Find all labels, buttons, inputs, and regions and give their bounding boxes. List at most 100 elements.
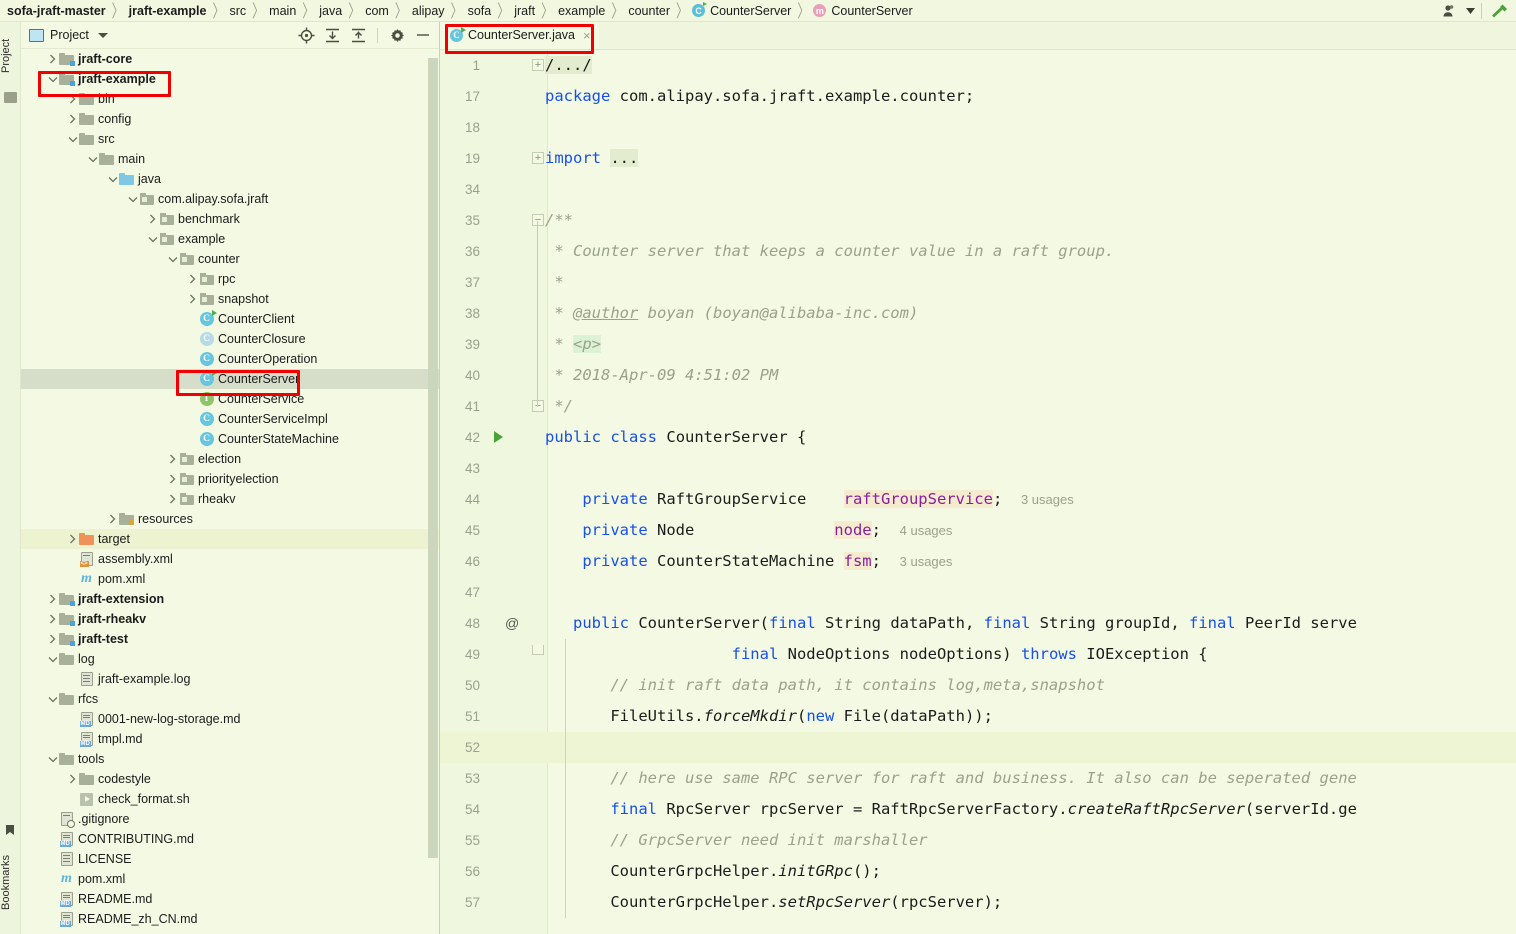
chevron-down-icon[interactable] — [1463, 1, 1477, 21]
code-line-37[interactable]: 37 * — [440, 267, 1516, 298]
tree-node-jraft-core[interactable]: jraft-core — [21, 49, 439, 69]
fold-expand-icon[interactable]: + — [532, 152, 544, 164]
chevron-down-icon[interactable] — [107, 169, 118, 189]
breadcrumb-item-src[interactable]: src — [228, 4, 247, 18]
settings-gear-icon[interactable] — [385, 24, 409, 46]
code-content[interactable]: 1 +/.../17 package com.alipay.sofa.jraft.e… — [440, 50, 1516, 934]
chevron-down-icon[interactable] — [167, 249, 178, 269]
tree-node-com.alipay.sofa.jraft[interactable]: com.alipay.sofa.jraft — [21, 189, 439, 209]
chevron-right-icon[interactable] — [67, 109, 78, 129]
chevron-right-icon[interactable] — [67, 769, 78, 789]
code-line-19[interactable]: 19 + import ... — [440, 143, 1516, 174]
line-number[interactable]: 40 — [440, 360, 480, 391]
code-line-46[interactable]: 46 private CounterStateMachine fsm; 3 us… — [440, 546, 1516, 577]
breadcrumb-item-java[interactable]: java — [318, 4, 343, 18]
code-line-39[interactable]: 39 * <p> — [440, 329, 1516, 360]
line-number[interactable]: 35 — [440, 205, 480, 236]
chevron-right-icon[interactable] — [107, 509, 118, 529]
chevron-down-icon[interactable] — [47, 749, 58, 769]
tree-node-counterserviceimpl[interactable]: C CounterServiceImpl — [21, 409, 439, 429]
breadcrumb-item-example[interactable]: example — [557, 4, 606, 18]
chevron-down-icon[interactable] — [47, 689, 58, 709]
line-number[interactable]: 53 — [440, 763, 480, 794]
line-number[interactable]: 52 — [440, 732, 480, 763]
line-number[interactable]: 55 — [440, 825, 480, 856]
line-number[interactable]: 37 — [440, 267, 480, 298]
tree-node-contributing.md[interactable]: MD CONTRIBUTING.md — [21, 829, 439, 849]
editor-tab-counterserver-java[interactable]: C CounterServer.java × — [440, 22, 599, 49]
tree-node-jraft-extension[interactable]: jraft-extension — [21, 589, 439, 609]
tree-node-rfcs[interactable]: rfcs — [21, 689, 439, 709]
editor-tab-bar[interactable]: C CounterServer.java × — [440, 22, 1516, 50]
code-line-34[interactable]: 34 — [440, 174, 1516, 205]
code-line-44[interactable]: 44 private RaftGroupService raftGroupSer… — [440, 484, 1516, 515]
fold-collapse-icon[interactable]: − — [532, 400, 544, 412]
tree-node-counterclosure[interactable]: C CounterClosure — [21, 329, 439, 349]
tree-node-readme.md[interactable]: MD README.md — [21, 889, 439, 909]
line-number[interactable]: 38 — [440, 298, 480, 329]
code-line-38[interactable]: 38 * @author boyan (boyan@alibaba-inc.co… — [440, 298, 1516, 329]
tree-node-.gitignore[interactable]: .gitignore — [21, 809, 439, 829]
user-account-icon[interactable] — [1437, 1, 1463, 21]
run-class-icon[interactable] — [494, 431, 503, 443]
tree-node-check-format.sh[interactable]: check_format.sh — [21, 789, 439, 809]
line-number[interactable]: 51 — [440, 701, 480, 732]
chevron-right-icon[interactable] — [47, 609, 58, 629]
line-number[interactable]: 34 — [440, 174, 480, 205]
breadcrumb[interactable]: sofa-jraft-master 〉 jraft-example 〉 src 〉 main… — [6, 1, 914, 21]
chevron-down-icon[interactable] — [67, 129, 78, 149]
tree-node-assembly.xml[interactable]: <> assembly.xml — [21, 549, 439, 569]
code-line-55[interactable]: 55 // GrpcServer need init marshaller — [440, 825, 1516, 856]
collapse-all-icon[interactable] — [346, 24, 370, 46]
line-number[interactable]: 54 — [440, 794, 480, 825]
chevron-right-icon[interactable] — [67, 89, 78, 109]
tree-node-rpc[interactable]: rpc — [21, 269, 439, 289]
breadcrumb-item-main[interactable]: main — [268, 4, 297, 18]
chevron-down-icon[interactable] — [47, 649, 58, 669]
tree-node-counterstatemachine[interactable]: C CounterStateMachine — [21, 429, 439, 449]
line-number[interactable]: 43 — [440, 453, 480, 484]
code-line-56[interactable]: 56 CounterGrpcHelper.initGRpc(); — [440, 856, 1516, 887]
chevron-right-icon[interactable] — [147, 209, 158, 229]
line-number[interactable]: 56 — [440, 856, 480, 887]
code-line-36[interactable]: 36 * Counter server that keeps a counter… — [440, 236, 1516, 267]
tree-node-license[interactable]: LICENSE — [21, 849, 439, 869]
build-hammer-icon[interactable] — [1486, 1, 1512, 21]
tree-node-counterservice[interactable]: I CounterService — [21, 389, 439, 409]
tree-node-election[interactable]: election — [21, 449, 439, 469]
chevron-right-icon[interactable] — [167, 469, 178, 489]
code-line-45[interactable]: 45 private Node node; 4 usages — [440, 515, 1516, 546]
chevron-down-icon[interactable] — [47, 69, 58, 89]
scrollbar-thumb[interactable] — [428, 58, 438, 858]
code-line-47[interactable]: 47 — [440, 577, 1516, 608]
tree-node-readme-zh-cn.md[interactable]: MD README_zh_CN.md — [21, 909, 439, 929]
tree-node-priorityelection[interactable]: priorityelection — [21, 469, 439, 489]
hide-minimize-icon[interactable] — [411, 24, 435, 46]
breadcrumb-item-counterserver[interactable]: m CounterServer — [813, 4, 913, 18]
select-opened-file-icon[interactable] — [294, 24, 318, 46]
line-number[interactable]: 18 — [440, 112, 480, 143]
code-line-35[interactable]: 35 −/** — [440, 205, 1516, 236]
line-number[interactable]: 45 — [440, 515, 480, 546]
breadcrumb-item-sofa[interactable]: sofa — [467, 4, 493, 18]
code-line-17[interactable]: 17 package com.alipay.sofa.jraft.example.… — [440, 81, 1516, 112]
chevron-right-icon[interactable] — [167, 489, 178, 509]
code-editor[interactable]: 1 +/.../17 package com.alipay.sofa.jraft.e… — [440, 50, 1516, 934]
project-tree[interactable]: jraft-core jraft-example bin config src main j… — [21, 49, 439, 933]
chevron-right-icon[interactable] — [187, 289, 198, 309]
breadcrumb-item-sofa-jraft-master[interactable]: sofa-jraft-master — [6, 4, 107, 18]
code-line-51[interactable]: 51 FileUtils.forceMkdir(new File(dataPat… — [440, 701, 1516, 732]
chevron-right-icon[interactable] — [167, 449, 178, 469]
line-number[interactable]: 19 — [440, 143, 480, 174]
code-line-41[interactable]: 41 − */ — [440, 391, 1516, 422]
chevron-right-icon[interactable] — [47, 49, 58, 69]
line-number[interactable]: 41 — [440, 391, 480, 422]
tree-node-jraft-example.log[interactable]: jraft-example.log — [21, 669, 439, 689]
tool-window-button-project[interactable]: Project — [0, 26, 21, 86]
breadcrumb-item-counter[interactable]: counter — [627, 4, 671, 18]
breadcrumb-item-counterserver[interactable]: C CounterServer — [692, 2, 792, 18]
code-line-43[interactable]: 43 — [440, 453, 1516, 484]
code-line-52[interactable]: 52 — [440, 732, 1516, 763]
code-line-49[interactable]: 49 final NodeOptions nodeOptions) throws… — [440, 639, 1516, 670]
chevron-right-icon[interactable] — [67, 529, 78, 549]
